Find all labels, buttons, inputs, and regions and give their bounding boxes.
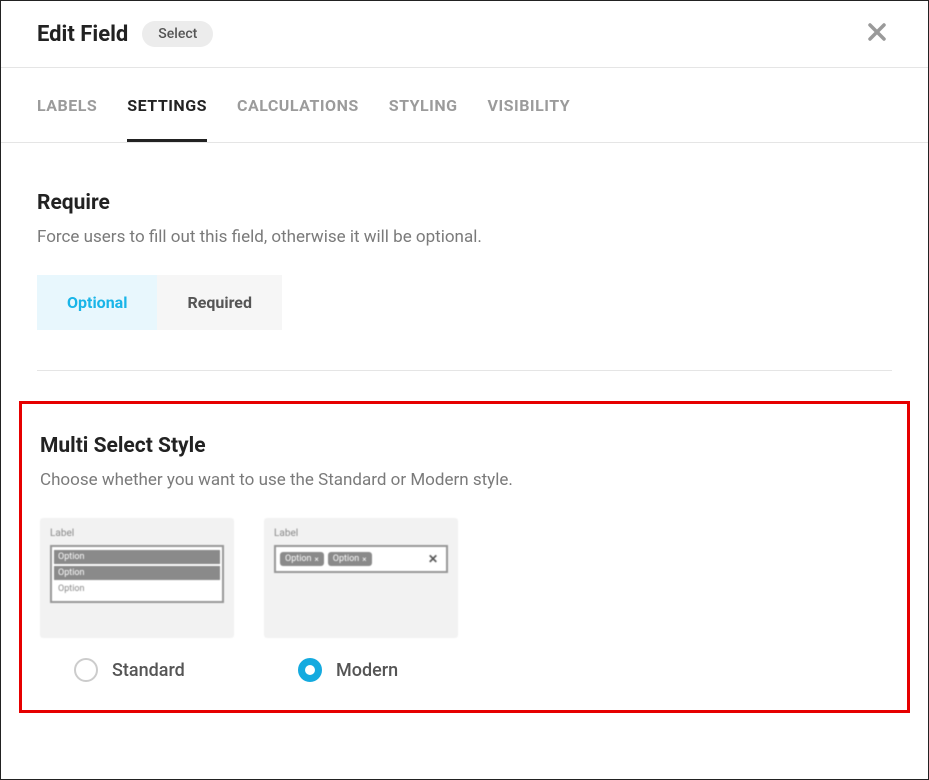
radio-label-standard: Standard — [112, 660, 185, 681]
settings-panel: Require Force users to fill out this fie… — [1, 143, 928, 713]
tab-settings[interactable]: SETTINGS — [127, 68, 207, 142]
require-title: Require — [37, 191, 892, 215]
field-type-badge: Select — [142, 21, 213, 47]
style-preview-modern: Label Option× Option× ✕ — [264, 518, 458, 638]
clear-all-icon: ✕ — [424, 552, 442, 566]
section-divider — [37, 370, 892, 371]
preview-option-selected: Option — [54, 566, 220, 580]
style-card-standard[interactable]: Label Option Option Option Standard — [40, 518, 234, 682]
preview-option-selected: Option — [54, 550, 220, 564]
require-toggle-group: Optional Required — [37, 275, 892, 330]
tab-calculations[interactable]: CALCULATIONS — [237, 68, 359, 142]
preview-chip: Option× — [328, 552, 372, 566]
chip-remove-icon: × — [314, 555, 318, 564]
require-desc: Force users to fill out this field, othe… — [37, 227, 892, 247]
radio-icon — [74, 658, 98, 682]
dialog-header: Edit Field Select — [1, 1, 928, 68]
multi-select-style-section: Multi Select Style Choose whether you wa… — [19, 401, 910, 713]
require-section: Require Force users to fill out this fie… — [37, 191, 892, 330]
style-card-modern[interactable]: Label Option× Option× ✕ Modern — [264, 518, 458, 682]
require-optional-button[interactable]: Optional — [37, 275, 157, 330]
preview-listbox: Option Option Option — [50, 545, 224, 603]
radio-label-modern: Modern — [336, 660, 398, 681]
preview-chipbox: Option× Option× ✕ — [274, 545, 448, 573]
close-icon[interactable] — [862, 19, 892, 49]
tab-bar: LABELS SETTINGS CALCULATIONS STYLING VIS… — [1, 68, 928, 143]
preview-label: Label — [50, 528, 224, 539]
radio-standard[interactable]: Standard — [40, 658, 234, 682]
multi-select-title: Multi Select Style — [40, 434, 889, 458]
dialog-title: Edit Field — [37, 22, 128, 47]
style-preview-standard: Label Option Option Option — [40, 518, 234, 638]
preview-label: Label — [274, 528, 448, 539]
radio-icon-selected — [298, 658, 322, 682]
style-options-row: Label Option Option Option Standard Labe… — [40, 518, 889, 682]
chip-remove-icon: × — [362, 555, 366, 564]
tab-styling[interactable]: STYLING — [389, 68, 458, 142]
preview-option: Option — [54, 582, 220, 596]
radio-modern[interactable]: Modern — [264, 658, 458, 682]
preview-chip: Option× — [280, 552, 324, 566]
tab-labels[interactable]: LABELS — [37, 68, 97, 142]
tab-visibility[interactable]: VISIBILITY — [488, 68, 571, 142]
require-required-button[interactable]: Required — [157, 275, 281, 330]
multi-select-desc: Choose whether you want to use the Stand… — [40, 470, 889, 490]
